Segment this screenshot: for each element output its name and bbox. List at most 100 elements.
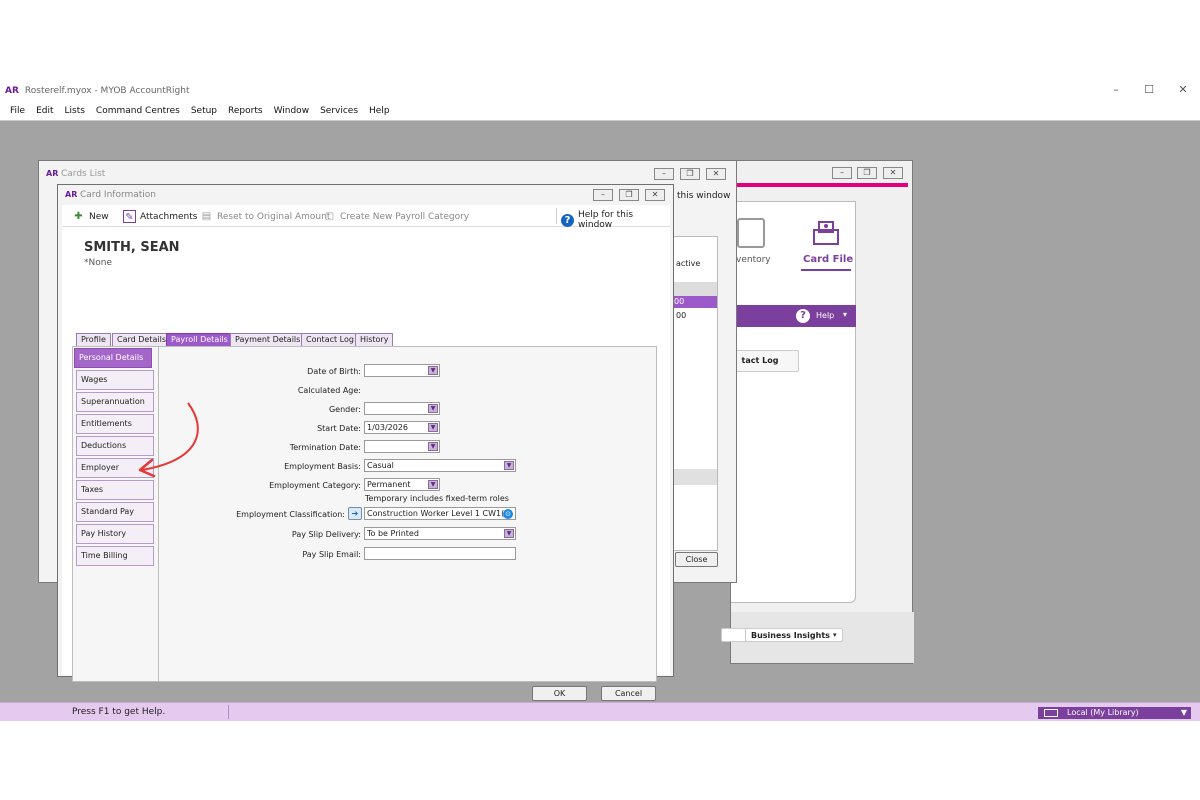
side-standard-pay[interactable]: Standard Pay [76,502,154,522]
cl-minimize-button[interactable]: – [654,168,674,180]
menu-lists[interactable]: Lists [65,106,85,116]
tab-contact-log[interactable]: Contact Log [301,333,359,346]
dob-field[interactable]: ▼ [364,364,440,377]
reset-icon: ▤ [201,211,212,222]
cl-restore-button[interactable]: ❐ [680,168,700,180]
ok-button[interactable]: OK [532,686,587,701]
ci-restore-button[interactable]: ❐ [619,189,639,201]
card-subtitle: *None [84,258,112,268]
cc-close-button[interactable]: ✕ [883,167,903,179]
card-file-label[interactable]: Card File [803,254,853,265]
card-file-underline [801,269,851,271]
pay-slip-delivery-label: Pay Slip Delivery: [291,530,361,539]
menu-setup[interactable]: Setup [191,106,217,116]
employment-category-label: Employment Category: [269,481,361,490]
termination-date-field[interactable]: ▼ [364,440,440,453]
employment-category-select[interactable]: Permanent ▼ [364,478,440,491]
tab-payment-details[interactable]: Payment Details [230,333,306,346]
gender-select[interactable]: ▼ [364,402,440,415]
cards-table: active 00 00 [673,236,718,551]
side-taxes[interactable]: Taxes [76,480,154,500]
column-header-active: active [676,259,701,268]
side-pay-history[interactable]: Pay History [76,524,154,544]
start-date-field[interactable]: 1/03/2026 ▼ [364,421,440,434]
tab-profile[interactable]: Profile [76,333,111,346]
cancel-button[interactable]: Cancel [601,686,656,701]
business-insights-chevron-icon[interactable]: ▾ [833,631,837,639]
employment-classification-field[interactable]: Construction Worker Level 1 CW1(c ⊙ [364,507,516,520]
attachment-icon: ✎ [123,210,136,223]
tab-payroll-details[interactable]: Payroll Details [166,333,233,346]
status-bar: Press F1 to get Help. Local (My Library)… [0,702,1200,721]
chevron-down-icon[interactable]: ▼ [504,461,514,470]
create-payroll-category-button[interactable]: ▢ Create New Payroll Category [323,210,469,223]
category-note: Temporary includes fixed-term roles [365,494,509,503]
library-selector[interactable]: Local (My Library) ▼ [1038,707,1191,719]
side-wages[interactable]: Wages [76,370,154,390]
table-row[interactable]: 00 [674,296,717,308]
command-centre-window: – ❐ ✕ ventory Card File ? Help ▾ tact Lo… [721,160,914,664]
menu-window[interactable]: Window [274,106,310,116]
cl-close-button[interactable]: ✕ [706,168,726,180]
title-bar: AR Rosterelf.myox - MYOB AccountRight – … [0,80,1200,101]
window-title: Rosterelf.myox - MYOB AccountRight [24,85,190,96]
side-time-billing[interactable]: Time Billing [76,546,154,566]
menu-bar: File Edit Lists Command Centres Setup Re… [0,101,1200,121]
side-personal-details[interactable]: Personal Details [74,348,152,368]
pay-slip-delivery-select[interactable]: To be Printed ▼ [364,527,516,540]
maximize-icon[interactable]: ☐ [1141,83,1157,97]
chevron-down-icon[interactable]: ▾ [843,310,847,319]
inventory-icon [737,218,765,248]
cc-minimize-button[interactable]: – [832,167,852,179]
menu-file[interactable]: File [10,106,25,116]
table-row[interactable]: 00 [676,311,686,320]
minimize-icon[interactable]: – [1108,83,1124,97]
ci-close-button[interactable]: ✕ [645,189,665,201]
inventory-label[interactable]: ventory [736,255,771,265]
menu-command-centres[interactable]: Command Centres [96,106,180,116]
arrow-right-icon[interactable]: ➔ [348,507,362,520]
personal-details-form: Date of Birth: ▼ Calculated Age: Gender:… [158,346,657,682]
tab-history[interactable]: History [355,333,394,346]
cl-help-text: this window [677,191,731,201]
cc-footer: Emails Business Insights ▾ [721,612,914,663]
card-file-icon [811,218,841,248]
accent-stripe [737,183,908,187]
chevron-down-icon[interactable]: ▼ [428,404,438,413]
ci-minimize-button[interactable]: – [593,189,613,201]
help-icon: ? [561,213,574,227]
chevron-down-icon[interactable]: ▼ [428,442,438,451]
employment-basis-select[interactable]: Casual ▼ [364,459,516,472]
age-label: Calculated Age: [297,386,361,395]
chevron-down-icon[interactable]: ▼ [428,423,438,432]
table-header-row [674,282,717,296]
card-info-title: Card Information [80,190,157,200]
pay-slip-email-label: Pay Slip Email: [302,550,361,559]
menu-reports[interactable]: Reports [228,106,263,116]
new-button[interactable]: ✚ New [72,210,108,223]
status-divider [228,705,229,719]
attachments-button[interactable]: ✎ Attachments [123,210,197,223]
card-name: SMITH, SEAN [84,240,180,255]
app-window: AR Rosterelf.myox - MYOB AccountRight – … [0,80,1200,721]
menu-edit[interactable]: Edit [36,106,53,116]
chevron-down-icon[interactable]: ▼ [428,366,438,375]
menu-help[interactable]: Help [369,106,390,116]
app-logo: AR [5,85,19,96]
reset-button[interactable]: ▤ Reset to Original Amount [200,210,331,223]
chevron-down-icon[interactable]: ▼ [504,529,514,538]
cc-restore-button[interactable]: ❐ [857,167,877,179]
cc-help-label[interactable]: Help [816,311,834,320]
cards-list-title: Cards List [61,169,106,179]
chevron-down-icon[interactable]: ▼ [1181,707,1187,719]
tab-card-details[interactable]: Card Details [112,333,171,346]
chevron-down-icon[interactable]: ▼ [428,480,438,489]
menu-services[interactable]: Services [320,106,358,116]
close-icon[interactable]: ✕ [1175,83,1191,97]
close-button[interactable]: Close [675,552,718,567]
pay-slip-email-field[interactable] [364,547,516,560]
business-insights-button[interactable]: Business Insights [745,628,843,642]
status-message: Press F1 to get Help. [72,707,166,717]
monitor-icon [1044,709,1058,717]
search-icon[interactable]: ⊙ [503,509,513,519]
